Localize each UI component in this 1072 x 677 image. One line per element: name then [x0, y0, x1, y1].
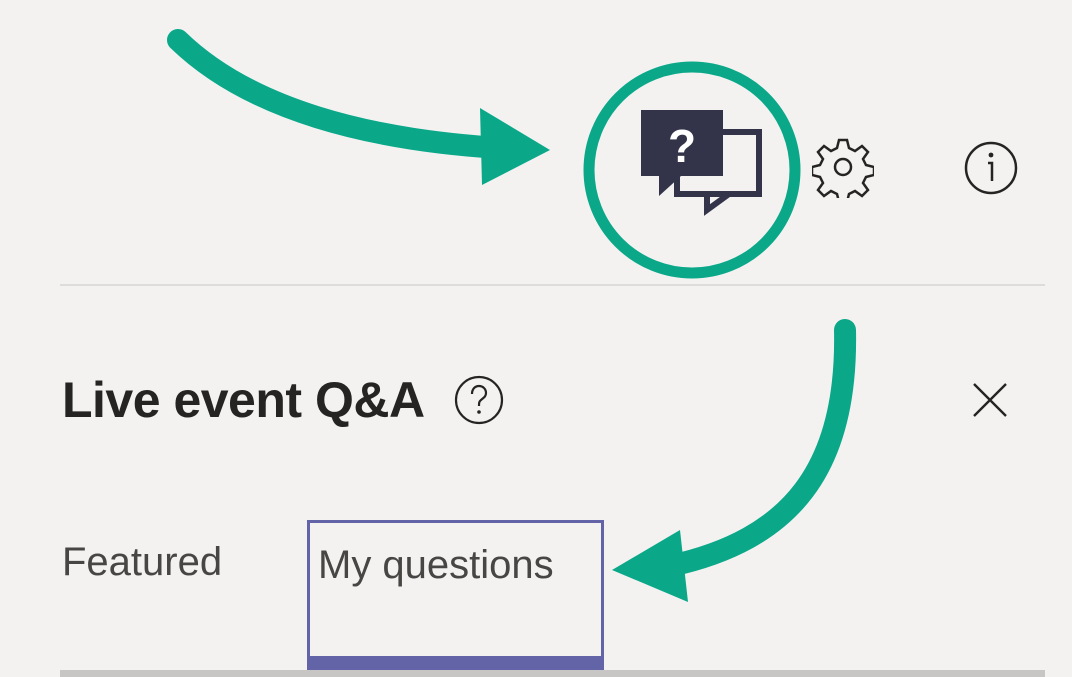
- header-divider: [60, 284, 1045, 286]
- svg-text:?: ?: [668, 120, 696, 172]
- tab-selected-indicator: [307, 656, 604, 670]
- qa-icon[interactable]: ?: [637, 110, 767, 220]
- panel-title: Live event Q&A: [62, 372, 425, 428]
- tab-featured[interactable]: Featured: [62, 540, 222, 585]
- gear-icon[interactable]: [812, 136, 874, 198]
- qa-panel: ? Live event Q&A Featured My questions: [0, 0, 1072, 677]
- tab-my-questions[interactable]: My questions: [307, 520, 604, 664]
- title-row: Live event Q&A: [62, 360, 505, 440]
- info-icon[interactable]: [963, 140, 1019, 196]
- help-icon[interactable]: [453, 374, 505, 426]
- close-icon[interactable]: [968, 378, 1012, 422]
- tabs-divider: [60, 670, 1045, 677]
